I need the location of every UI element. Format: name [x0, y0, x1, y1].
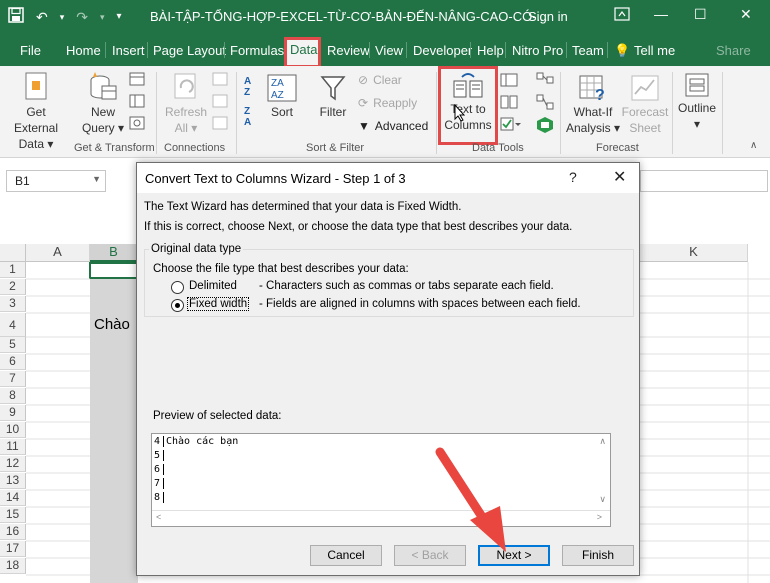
annotation-arrow-icon: [435, 447, 506, 552]
excel-window: ↶ ▾ ↷ ▾ ▾ BÀI-TẬP-TỔNG-HỢP-EXCEL-TỪ-CƠ-B…: [0, 0, 770, 583]
